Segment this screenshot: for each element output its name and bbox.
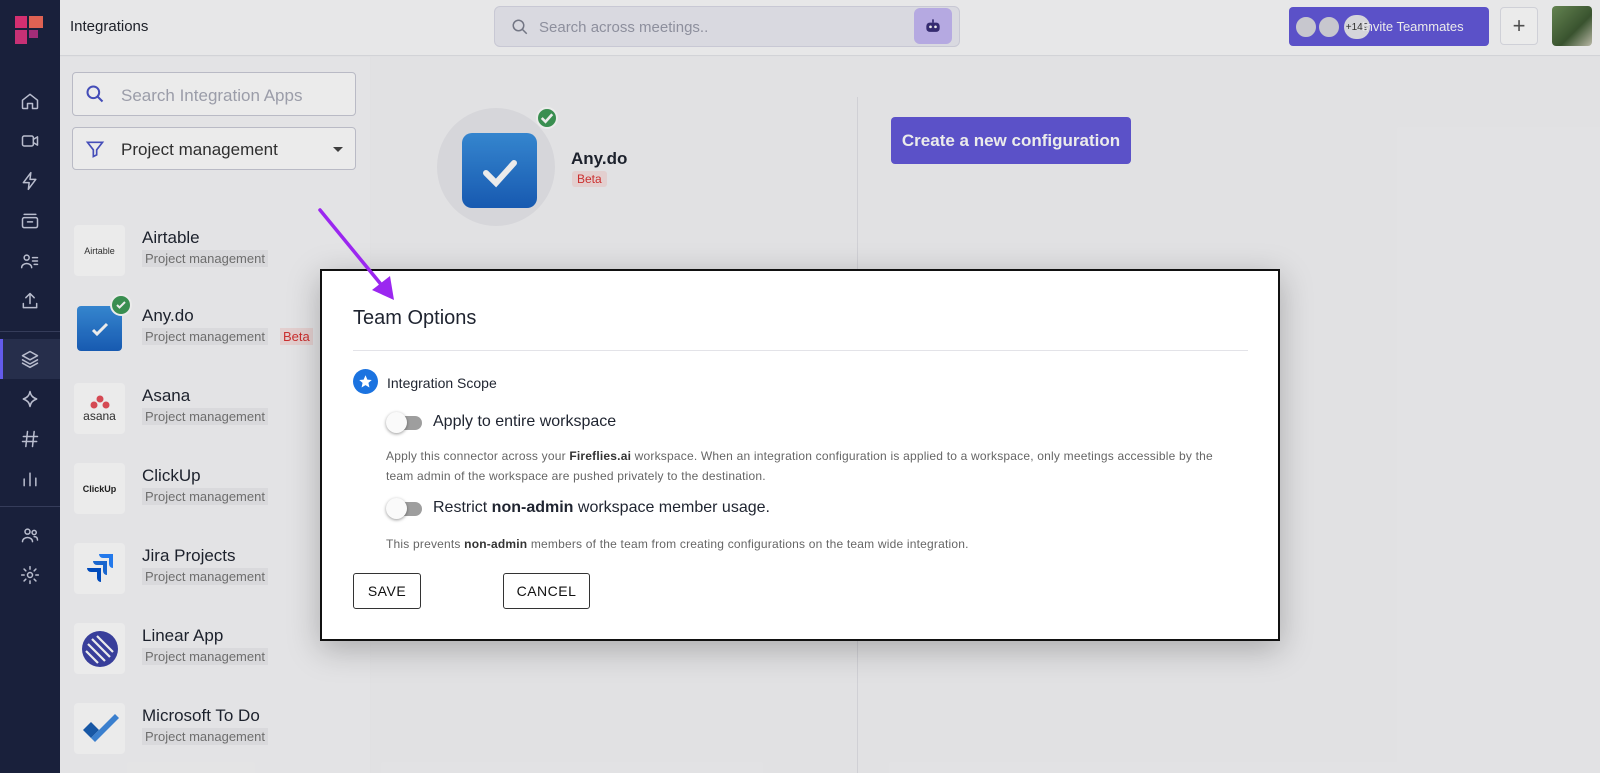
integration-scope-label: Integration Scope (387, 375, 497, 391)
team-options-dialog: Team Options Integration Scope Apply to … (320, 269, 1280, 641)
annotation-arrow-icon (318, 208, 394, 300)
apply-workspace-description: Apply this connector across your Firefli… (386, 449, 1213, 483)
restrict-non-admin-toggle[interactable] (386, 498, 422, 519)
save-button[interactable]: SAVE (353, 573, 421, 609)
restrict-non-admin-label: Restrict non-admin workspace member usag… (433, 499, 770, 516)
star-icon (353, 369, 378, 394)
cancel-button[interactable]: CANCEL (503, 573, 590, 609)
restrict-non-admin-description: This prevents non-admin members of the t… (386, 537, 969, 551)
dialog-title: Team Options (353, 307, 477, 329)
apply-workspace-label: Apply to entire workspace (433, 413, 617, 430)
divider (353, 350, 1248, 351)
apply-workspace-toggle[interactable] (386, 412, 422, 433)
